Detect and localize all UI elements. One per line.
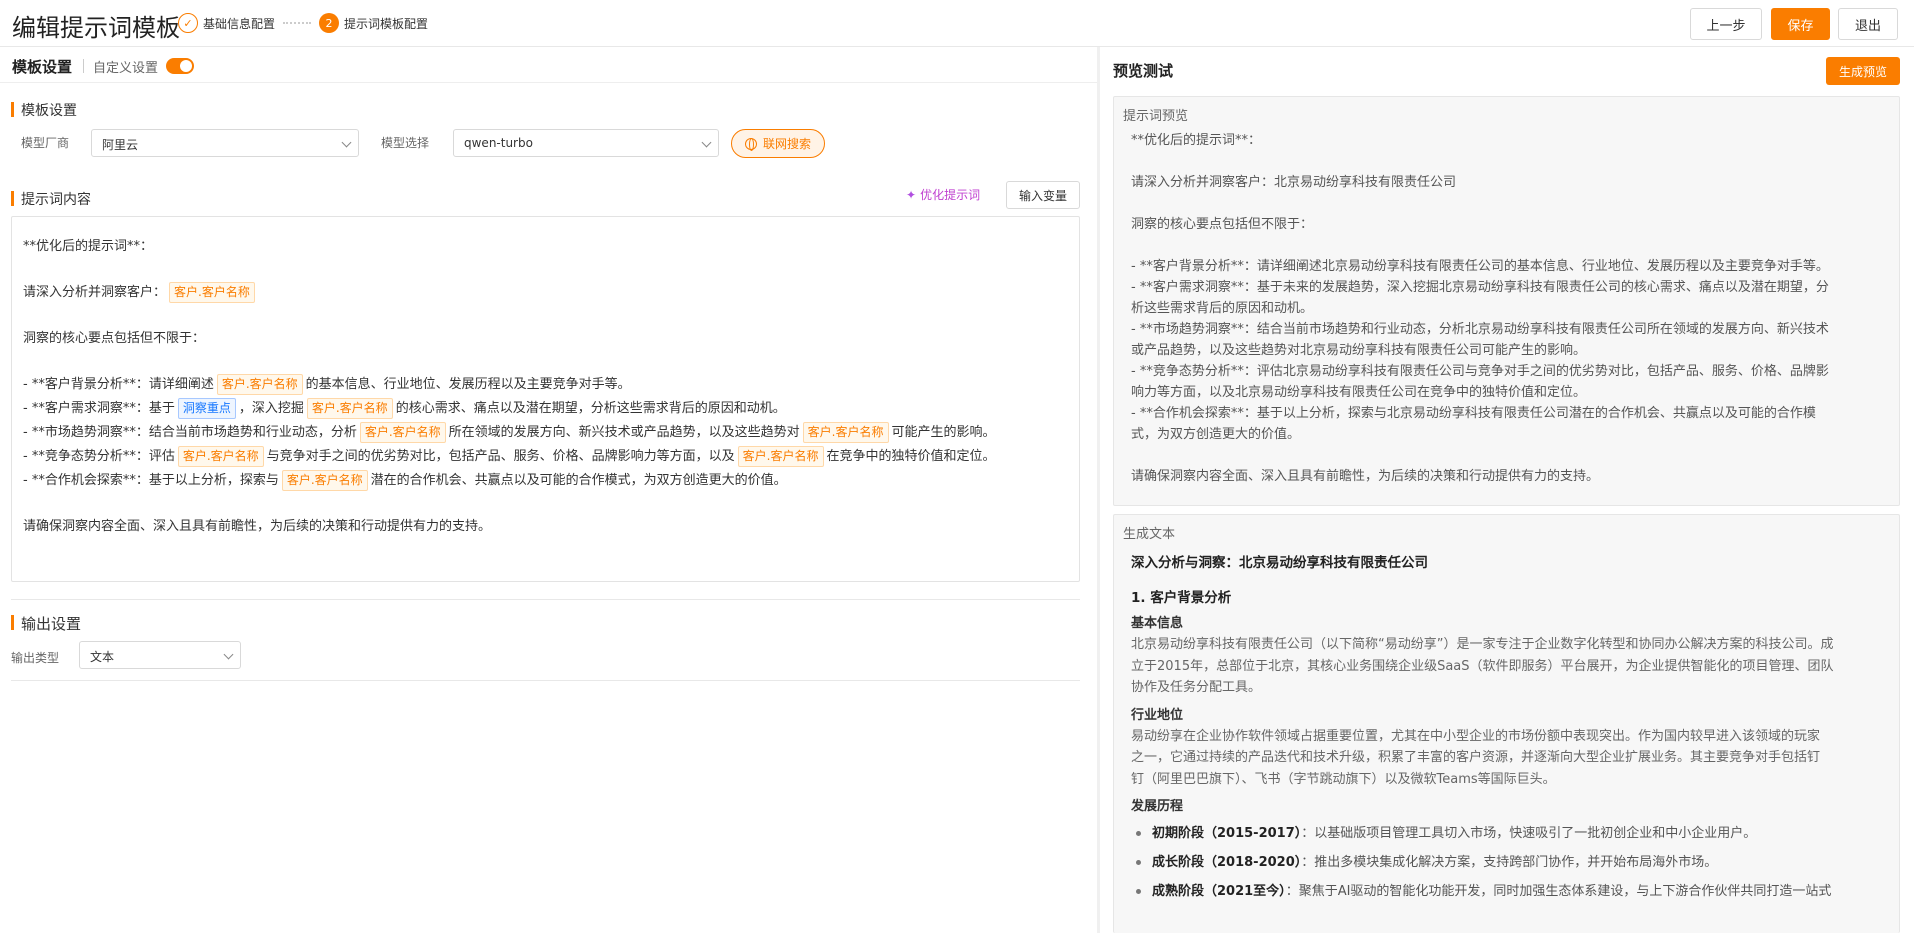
editor-line: - **客户需求洞察**：基于 洞察重点 ，深入挖掘 客户.客户名称 的核心需求、痛点以… — [23, 397, 1068, 421]
generated-text-content: 深入分析与洞察：北京易动纷享科技有限责任公司 1. 客户背景分析 基本信息 北京… — [1131, 553, 1887, 902]
chevron-down-icon — [341, 137, 352, 148]
step-number: 2 — [319, 13, 340, 33]
preview-line: 或产品趋势，以及这些趋势对北京易动纷享科技有限责任公司可能产生的影响。 — [1131, 343, 1587, 358]
variable-tag-insight-focus[interactable]: 洞察重点 — [177, 398, 236, 419]
editor-line: - **竞争态势分析**：评估 客户.客户名称 与竞争对手之间的优劣势对比，包括产品… — [23, 445, 1068, 469]
check-icon: ✓ — [178, 13, 198, 33]
left-panel-header: 模板设置 自定义设置 — [0, 47, 1097, 83]
preview-line: - **市场趋势洞察**：结合当前市场趋势和行业动态，分析北京易动纷享科技有限责… — [1131, 322, 1829, 337]
prompt-preview-content: **优化后的提示词**： 请深入分析并洞察客户：北京易动纷享科技有限责任公司 洞… — [1131, 130, 1887, 487]
preview-line: 式，为双方创造更大的价值。 — [1131, 427, 1301, 442]
generated-section-title: 发展历程 — [1131, 799, 1184, 814]
step-connector — [283, 22, 312, 24]
generated-heading: 深入分析与洞察：北京易动纷享科技有限责任公司 — [1131, 555, 1428, 571]
vendor-select[interactable]: 阿里云 — [91, 129, 359, 157]
model-select[interactable]: qwen-turbo — [453, 129, 719, 157]
custom-setting-toggle[interactable] — [166, 58, 194, 74]
header-separator — [83, 59, 84, 73]
generated-paragraph-line: 立于2015年，总部位于北京，其核心业务围绕企业级SaaS（软件即服务）平台展开… — [1131, 658, 1834, 674]
generated-paragraph-line: 易动纷享在企业协作软件领域占据重要位置，尤其在中小型企业的市场份额中表现突出。作… — [1131, 728, 1821, 744]
custom-setting-label: 自定义设置 — [93, 61, 159, 76]
generated-paragraph-line: 之一，它通过持续的产品迭代和技术升级，积累了丰富的客户资源，并逐渐向大型企业扩展… — [1131, 750, 1821, 765]
list-item: 成长阶段（2018-2020）：推出多模块集成化解决方案，支持跨部门协作，并开始… — [1131, 852, 1887, 873]
optimize-prompt-button[interactable]: ✦ 优化提示词 — [906, 186, 980, 203]
generated-section-title: 行业地位 — [1131, 707, 1184, 723]
output-type-select[interactable]: 文本 — [79, 641, 241, 669]
panel-divider[interactable] — [1097, 47, 1100, 933]
variable-tag-customer-name[interactable]: 客户.客户名称 — [359, 422, 446, 443]
step-basic-info[interactable]: ✓ 基础信息配置 — [178, 13, 275, 33]
editor-line: - **市场趋势洞察**：结合当前市场趋势和行业动态，分析 客户.客户名称 所在领域… — [23, 421, 1068, 445]
generate-preview-button[interactable]: 生成预览 — [1826, 57, 1900, 85]
preview-line: 请深入分析并洞察客户：北京易动纷享科技有限责任公司 — [1131, 175, 1457, 190]
prompt-preview-card: 提示词预览 **优化后的提示词**： 请深入分析并洞察客户：北京易动纷享科技有限… — [1113, 96, 1900, 506]
top-header: 编辑提示词模板 ✓ 基础信息配置 2 提示词模板配置 上一步 保存 退出 — [0, 0, 1914, 47]
input-variable-button[interactable]: 输入变量 — [1006, 181, 1080, 209]
prompt-editor[interactable]: **优化后的提示词**： 请深入分析并洞察客户： 客户.客户名称 洞察的核心要点包… — [11, 216, 1080, 582]
exit-button[interactable]: 退出 — [1838, 8, 1898, 40]
preview-line: - **客户需求洞察**：基于未来的发展趋势，深入挖掘北京易动纷享科技有限责任公… — [1131, 280, 1829, 295]
preview-line: 洞察的核心要点包括但不限于： — [1131, 217, 1314, 232]
section-divider — [11, 680, 1080, 681]
step-label: 基础信息配置 — [203, 16, 276, 31]
variable-tag-customer-name[interactable]: 客户.客户名称 — [169, 282, 255, 303]
list-item: 初期阶段（2015-2017）：以基础版项目管理工具切入市场，快速吸引了一批初创… — [1131, 823, 1887, 844]
variable-tag-customer-name[interactable]: 客户.客户名称 — [306, 398, 393, 419]
template-section-title: 模板设置 — [11, 100, 77, 120]
preview-line: 请确保洞察内容全面、深入且具有前瞻性，为后续的决策和行动提供有力的支持。 — [1131, 469, 1600, 484]
preview-line: - **竞争态势分析**：评估北京易动纷享科技有限责任公司与竞争对手之间的优劣势… — [1131, 364, 1829, 379]
editor-line: 请深入分析并洞察客户： 客户.客户名称 — [23, 281, 1068, 305]
step-label: 提示词模板配置 — [344, 16, 429, 31]
step-indicator: ✓ 基础信息配置 2 提示词模板配置 — [178, 13, 428, 33]
preview-line: - **客户背景分析**：请详细阐述北京易动纷享科技有限责任公司的基本信息、行业… — [1131, 259, 1829, 274]
editor-line: 洞察的核心要点包括但不限于： — [23, 331, 206, 346]
left-panel-title: 模板设置 — [12, 58, 73, 76]
prompt-preview-title: 提示词预览 — [1123, 109, 1189, 124]
editor-line: - **客户背景分析**：请详细阐述 客户.客户名称 的基本信息、行业地位、发展历程… — [23, 373, 1068, 397]
prev-step-button[interactable]: 上一步 — [1690, 8, 1762, 40]
step-template-config[interactable]: 2 提示词模板配置 — [319, 13, 428, 33]
generated-paragraph-line: 北京易动纷享科技有限责任公司（以下简称“易动纷享”）是一家专注于企业数字化转型和… — [1131, 637, 1834, 652]
page-title: 编辑提示词模板 — [12, 14, 180, 42]
output-type-value: 文本 — [90, 650, 115, 664]
variable-tag-customer-name[interactable]: 客户.客户名称 — [281, 470, 368, 491]
vendor-value: 阿里云 — [102, 138, 139, 152]
model-label: 模型选择 — [381, 136, 430, 150]
generated-subheading: 1. 客户背景分析 — [1131, 590, 1232, 606]
list-item: 成熟阶段（2021至今）：聚焦于AI驱动的智能化功能开发，同时加强生态体系建设，… — [1131, 881, 1887, 902]
model-value: qwen-turbo — [464, 136, 533, 150]
variable-tag-customer-name[interactable]: 客户.客户名称 — [177, 446, 264, 467]
preview-line: 析这些需求背后的原因和动机。 — [1131, 301, 1314, 316]
generated-text-title: 生成文本 — [1123, 527, 1176, 542]
variable-tag-customer-name[interactable]: 客户.客户名称 — [216, 374, 303, 395]
web-search-label: 联网搜索 — [762, 137, 811, 151]
save-button[interactable]: 保存 — [1771, 8, 1830, 40]
editor-line: 请确保洞察内容全面、深入且具有前瞻性，为后续的决策和行动提供有力的支持。 — [23, 519, 492, 534]
chevron-down-icon — [701, 137, 712, 148]
preview-line: 响力等方面，以及北京易动纷享科技有限责任公司在竞争中的独特价值和定位。 — [1131, 385, 1587, 400]
preview-line: - **合作机会探索**：基于以上分析，探索与北京易动纷享科技有限责任公司潜在的… — [1131, 406, 1816, 421]
generated-paragraph-line: 协作及任务分配工具。 — [1131, 680, 1262, 695]
toggle-knob — [180, 60, 192, 72]
variable-tag-customer-name[interactable]: 客户.客户名称 — [802, 422, 889, 443]
generated-paragraph-line: 钉（阿里巴巴旗下）、飞书（字节跳动旗下）以及微软Teams等国际巨头。 — [1131, 771, 1556, 787]
globe-icon — [744, 137, 757, 151]
vendor-label: 模型厂商 — [21, 136, 70, 150]
optimize-label: 优化提示词 — [920, 188, 981, 202]
magic-wand-icon: ✦ — [906, 187, 917, 202]
variable-tag-customer-name[interactable]: 客户.客户名称 — [737, 446, 824, 467]
editor-line: - **合作机会探索**：基于以上分析，探索与 客户.客户名称 潜在的合作机会、共赢… — [23, 469, 1068, 493]
generated-section-title: 基本信息 — [1131, 616, 1184, 631]
preview-test-title: 预览测试 — [1113, 62, 1174, 80]
preview-line: **优化后的提示词**： — [1131, 133, 1262, 148]
generated-text-card: 生成文本 深入分析与洞察：北京易动纷享科技有限责任公司 1. 客户背景分析 基本… — [1113, 514, 1900, 933]
section-divider — [11, 599, 1080, 600]
output-type-label: 输出类型 — [11, 651, 60, 665]
output-section-title: 输出设置 — [11, 613, 81, 634]
prompt-section-title: 提示词内容 — [11, 189, 91, 209]
editor-line: **优化后的提示词**： — [23, 239, 154, 254]
web-search-button[interactable]: 联网搜索 — [731, 129, 825, 158]
chevron-down-icon — [223, 649, 234, 660]
